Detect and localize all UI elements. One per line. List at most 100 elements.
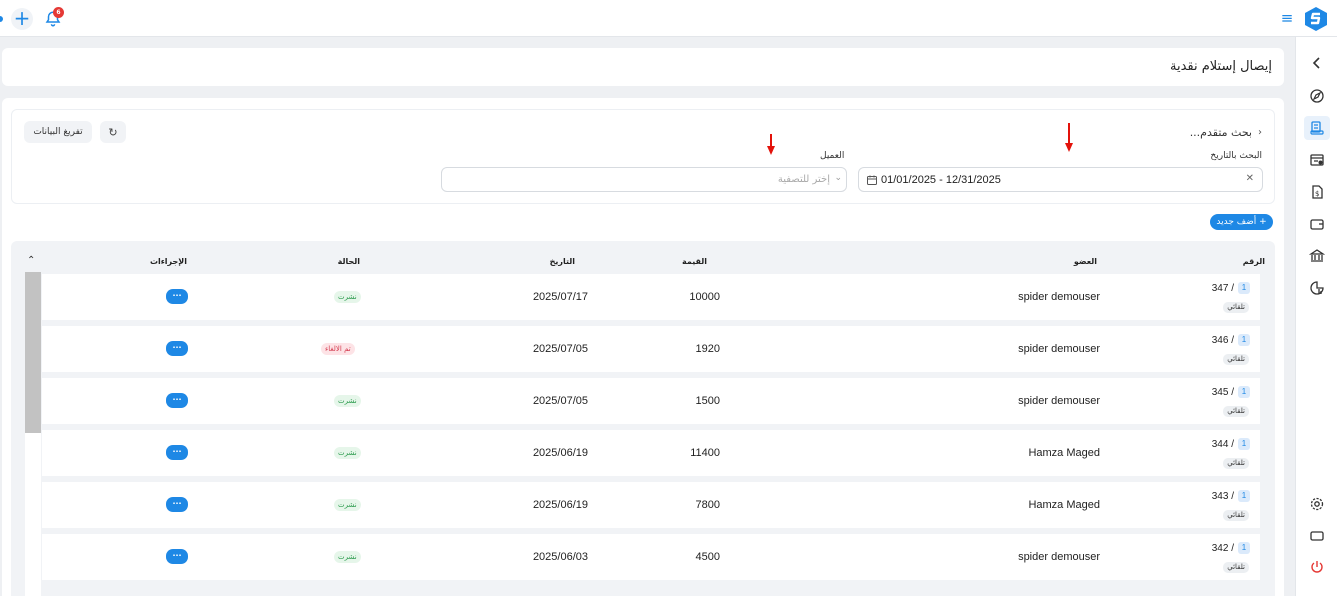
receipt-number: 343 / 1 [1212, 490, 1250, 502]
receipt-prefix-badge: 1 [1238, 490, 1250, 502]
sidebar-item-logout[interactable] [1304, 555, 1330, 579]
row-actions-button[interactable]: ··· [166, 341, 188, 356]
receipt-value: 10000 [689, 291, 720, 303]
member-name: spider demouser [1018, 343, 1100, 355]
receipt-number-value: 346 / [1211, 334, 1234, 346]
header-member[interactable]: العضو [1074, 257, 1097, 266]
hamburger-icon[interactable]: ≡ [1280, 10, 1294, 26]
invoice-list-icon [1310, 154, 1324, 166]
chevron-left-icon [1312, 57, 1320, 69]
member-name: Hamza Maged [1028, 447, 1100, 459]
receipt-prefix-badge: 1 [1238, 438, 1250, 450]
table-row[interactable]: 343 / 1 تلقائي Hamza Maged 7800 2025/06/19 نشر… [42, 482, 1260, 528]
receipt-value: 7800 [695, 499, 720, 511]
page-title: إيصال إستلام نقدية [1169, 59, 1272, 74]
header-actions: الإجراءات [149, 257, 187, 266]
member-name: spider demouser [1018, 291, 1100, 303]
refresh-button[interactable]: ↻ [100, 121, 126, 143]
collapse-sidebar-button[interactable] [1304, 51, 1330, 75]
status-badge: نشرت [334, 499, 361, 511]
date-range-input[interactable]: 01/01/2025 - 12/31/2025 ✕ [858, 167, 1263, 192]
row-actions-button[interactable]: ··· [166, 393, 188, 408]
receipts-table: ⌃ الرقم العضو القيمة التاريخ الحالة الإج… [11, 241, 1275, 596]
receipt-number-value: 344 / [1211, 438, 1234, 450]
receipt-date: 2025/07/05 [532, 395, 588, 407]
refresh-icon: ↻ [108, 125, 118, 139]
receipt-icon [1310, 121, 1324, 135]
sidebar-item-settings[interactable] [1304, 492, 1330, 516]
table-row[interactable]: 342 / 1 تلقائي spider demouser 4500 2025/06/0… [42, 534, 1260, 580]
status-badge: نشرت [334, 395, 361, 407]
member-name: spider demouser [1018, 395, 1100, 407]
header-date[interactable]: التاريخ [550, 257, 575, 266]
app-logo [1305, 7, 1327, 31]
status-badge: نشرت [334, 291, 361, 303]
receipt-date: 2025/07/17 [532, 291, 588, 303]
table-row[interactable]: 347 / 1 تلقائي spider demouser 10000 2025/07/… [42, 274, 1260, 320]
chevron-left-icon: ‹ [1258, 127, 1262, 138]
add-button[interactable]: + [11, 8, 33, 30]
receipt-type-badge: تلقائي [1223, 354, 1249, 365]
receipt-number: 344 / 1 [1212, 438, 1250, 450]
receipt-date: 2025/07/05 [532, 343, 588, 355]
main-content: ‹ بحث متقدم... البحث بالتاريخ العميل 01/… [2, 98, 1284, 596]
power-icon [1311, 561, 1323, 573]
status-badge: تم الالغاء [321, 343, 355, 355]
row-actions-button[interactable]: ··· [166, 549, 188, 564]
top-bar: + 6 ≡ [0, 0, 1337, 37]
receipt-date: 2025/06/03 [532, 551, 588, 563]
table-row[interactable]: 344 / 1 تلقائي Hamza Maged 11400 2025/06/19 نش… [42, 430, 1260, 476]
sidebar-item-bank[interactable] [1304, 244, 1330, 268]
advanced-search-label: بحث متقدم... [1189, 126, 1252, 139]
status-badge: نشرت [334, 447, 361, 459]
row-actions-button[interactable]: ··· [166, 497, 188, 512]
client-filter-label: العميل [820, 151, 845, 161]
row-actions-button[interactable]: ··· [166, 445, 188, 460]
table-row[interactable]: 346 / 1 تلقائي spider demouser 1920 2025/07/0… [42, 326, 1260, 372]
sidebar-item-display[interactable] [1304, 524, 1330, 548]
header-value[interactable]: القيمة [682, 257, 707, 266]
receipt-number-value: 345 / [1211, 386, 1234, 398]
sidebar-item-dashboard[interactable] [1304, 84, 1330, 108]
wallet-icon [1310, 219, 1324, 230]
calendar-icon [867, 175, 877, 185]
advanced-search-toggle[interactable]: ‹ بحث متقدم... [1190, 126, 1262, 139]
sidebar-item-wallet[interactable] [1304, 212, 1330, 236]
status-badge: نشرت [334, 551, 361, 563]
receipt-number-value: 343 / [1211, 490, 1234, 502]
receipt-type-badge: تلقائي [1223, 562, 1249, 573]
clear-date-icon[interactable]: ✕ [1246, 173, 1254, 184]
money-file-icon: $ [1312, 185, 1323, 199]
header-number[interactable]: الرقم [1243, 257, 1265, 266]
date-range-value: 01/01/2025 - 12/31/2025 [881, 174, 1001, 186]
sidebar-item-receipts[interactable] [1304, 116, 1330, 140]
receipt-value: 1920 [695, 343, 720, 355]
receipt-prefix-badge: 1 [1238, 386, 1250, 398]
sidebar-item-reports[interactable] [1304, 276, 1330, 300]
client-select-placeholder: إختر للتصفية [777, 174, 830, 185]
report-chart-icon [1310, 281, 1324, 295]
receipt-date: 2025/06/19 [532, 447, 588, 459]
member-name: spider demouser [1018, 551, 1100, 563]
bank-icon [1309, 249, 1325, 262]
client-select[interactable]: ⌄ إختر للتصفية [441, 167, 847, 192]
header-status[interactable]: الحالة [338, 257, 360, 266]
sidebar-item-payments[interactable]: $ [1304, 180, 1330, 204]
receipt-value: 4500 [695, 551, 720, 563]
receipt-type-badge: تلقائي [1223, 458, 1249, 469]
clear-data-button[interactable]: تفريغ البيانات [24, 121, 92, 143]
row-actions-button[interactable]: ··· [166, 289, 188, 304]
chevron-down-icon: ⌄ [834, 173, 842, 183]
receipt-number: 347 / 1 [1212, 282, 1250, 294]
sidebar-item-invoices[interactable] [1304, 148, 1330, 172]
table-row[interactable]: 345 / 1 تلقائي spider demouser 1500 2025/07/0… [42, 378, 1260, 424]
chevron-up-icon[interactable]: ⌃ [27, 255, 35, 266]
receipt-number-value: 342 / [1211, 542, 1234, 554]
filter-panel: ‹ بحث متقدم... البحث بالتاريخ العميل 01/… [11, 109, 1275, 204]
scrollbar-thumb[interactable] [25, 272, 41, 433]
table-header: ⌃ الرقم العضو القيمة التاريخ الحالة الإج… [11, 241, 1275, 274]
gear-icon [1310, 497, 1324, 511]
add-new-button[interactable]: + أضف جديد [1210, 214, 1273, 230]
receipt-number-value: 347 / [1211, 282, 1234, 294]
compass-icon [1310, 89, 1324, 103]
